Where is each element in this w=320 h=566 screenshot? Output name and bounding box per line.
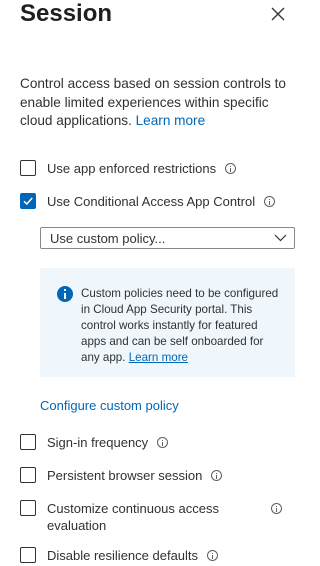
close-icon[interactable] — [270, 6, 286, 22]
panel-description: Control access based on session controls… — [20, 75, 298, 131]
dropdown-value: Use custom policy... — [50, 230, 166, 246]
info-icon[interactable] — [211, 470, 223, 481]
configure-custom-policy-link[interactable]: Configure custom policy — [40, 397, 179, 415]
checkmark-icon — [23, 197, 33, 206]
persistent-browser-row[interactable]: Persistent browser session — [20, 467, 223, 484]
app-enforced-restrictions-label: Use app enforced restrictions — [47, 160, 237, 177]
info-message-box: Custom policies need to be configured in… — [40, 268, 295, 377]
learn-more-link[interactable]: Learn more — [136, 113, 206, 128]
info-filled-icon — [57, 286, 73, 302]
sign-in-frequency-row[interactable]: Sign-in frequency — [20, 434, 169, 451]
sign-in-frequency-label: Sign-in frequency — [47, 434, 169, 451]
info-icon[interactable] — [264, 196, 276, 207]
custom-policy-dropdown[interactable]: Use custom policy... — [40, 227, 295, 249]
disable-resilience-row[interactable]: Disable resilience defaults — [20, 547, 219, 564]
info-icon[interactable] — [271, 503, 282, 514]
cas-app-control-label: Use Conditional Access App Control — [47, 193, 276, 210]
sign-in-frequency-checkbox[interactable] — [20, 434, 36, 450]
panel-title: Session — [20, 0, 113, 27]
continuous-access-checkbox[interactable] — [20, 500, 36, 516]
disable-resilience-checkbox[interactable] — [20, 547, 36, 563]
persistent-browser-checkbox[interactable] — [20, 467, 36, 483]
persistent-browser-label: Persistent browser session — [47, 467, 223, 484]
disable-resilience-label: Disable resilience defaults — [47, 547, 219, 564]
continuous-access-label: Customize continuous access evaluation — [47, 501, 219, 533]
app-enforced-restrictions-row[interactable]: Use app enforced restrictions — [20, 160, 237, 177]
info-icon[interactable] — [207, 550, 219, 561]
chevron-down-icon — [274, 234, 287, 242]
continuous-access-row[interactable]: Customize continuous access evaluation — [20, 500, 232, 534]
app-enforced-restrictions-checkbox[interactable] — [20, 160, 36, 176]
info-learn-more-link[interactable]: Learn more — [129, 351, 188, 364]
cas-app-control-checkbox[interactable] — [20, 193, 36, 209]
info-message-text: Custom policies need to be configured in… — [81, 287, 279, 364]
info-icon[interactable] — [157, 437, 169, 448]
info-icon[interactable] — [225, 163, 237, 174]
cas-app-control-row[interactable]: Use Conditional Access App Control — [20, 193, 276, 210]
